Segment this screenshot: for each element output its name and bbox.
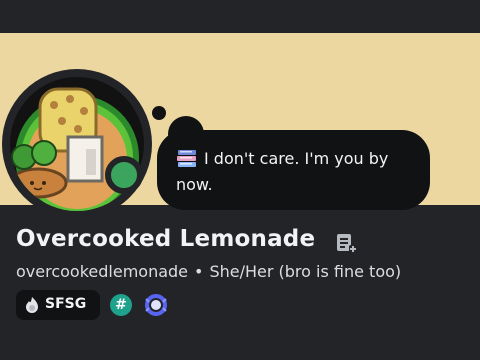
add-note-icon[interactable] bbox=[335, 232, 357, 254]
server-tag-label: SFSG bbox=[45, 296, 87, 312]
books-icon bbox=[177, 150, 196, 167]
server-tag[interactable]: SFSG bbox=[16, 290, 100, 320]
hash-badge-icon[interactable]: # bbox=[110, 294, 132, 316]
display-name: Overcooked Lemonade bbox=[16, 226, 316, 252]
wreath-badge-icon[interactable] bbox=[142, 291, 170, 319]
custom-status: I don't care. I'm you by now. bbox=[176, 146, 416, 198]
pronouns: She/Her (bro is fine too) bbox=[209, 262, 402, 281]
username: overcookedlemonade bbox=[16, 262, 189, 281]
separator: • bbox=[194, 262, 204, 281]
guild-tag-icon bbox=[26, 297, 38, 313]
custom-status-text: I don't care. I'm you by now. bbox=[176, 149, 389, 194]
online-status-indicator bbox=[105, 156, 143, 194]
thought-bubble-dot-small bbox=[152, 106, 166, 120]
top-strip bbox=[0, 0, 480, 33]
profile-subline: overcookedlemonade • She/Her (bro is fine … bbox=[16, 262, 401, 281]
